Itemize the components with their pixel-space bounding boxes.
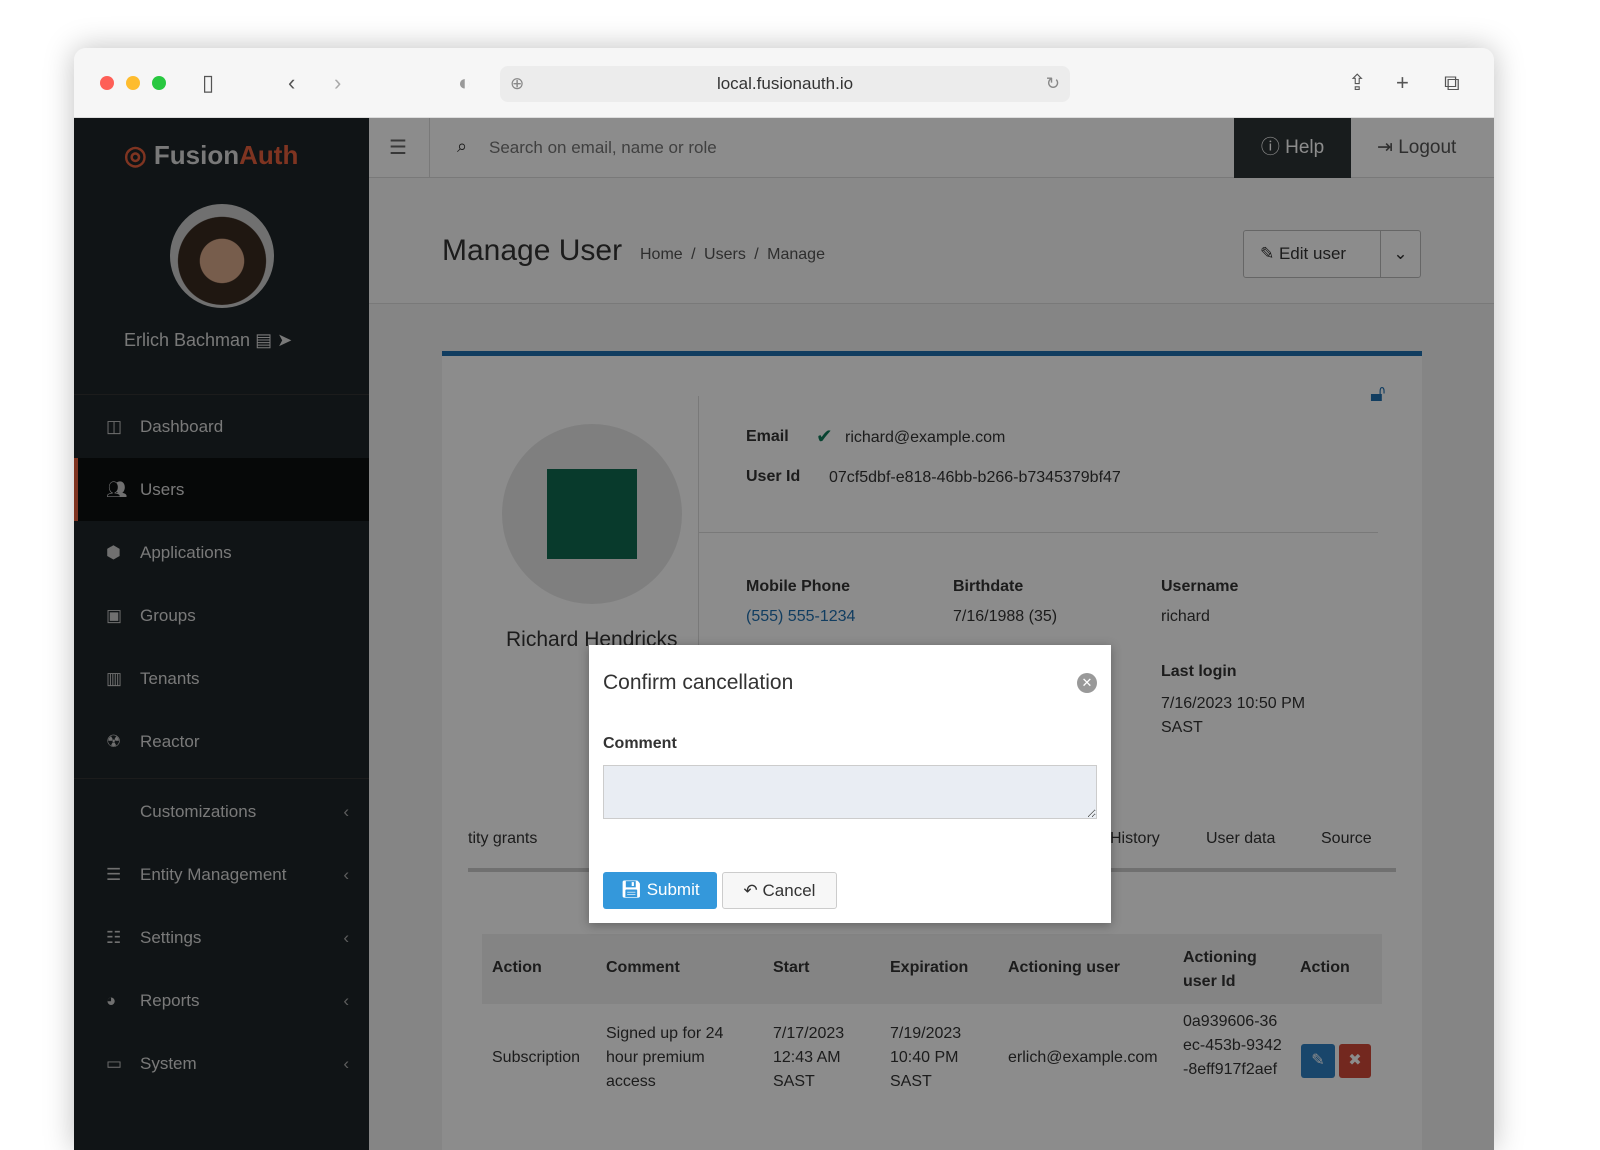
submit-button[interactable]: 💾︎ Submit — [603, 872, 717, 909]
modal-title: Confirm cancellation — [603, 671, 794, 694]
comment-textarea[interactable] — [603, 765, 1097, 819]
maximize-window-button[interactable] — [152, 76, 166, 90]
globe-icon: ⊕ — [510, 74, 525, 93]
sidebar-toggle-icon[interactable]: ▯ — [202, 70, 214, 96]
url-text: local.fusionauth.io — [716, 74, 854, 93]
minimize-window-button[interactable] — [126, 76, 140, 90]
browser-titlebar: ▯ ‹ › ◐ local.fusionauth.io ↻ ⊕ ⇪ + ⧉ — [74, 48, 1494, 118]
cancel-label: Cancel — [762, 881, 816, 900]
shield-icon[interactable]: ◐ — [458, 70, 471, 96]
tabs-overview-icon[interactable]: ⧉ — [1444, 70, 1460, 96]
share-icon[interactable]: ⇪ — [1348, 70, 1366, 96]
modal-backdrop[interactable] — [74, 118, 1494, 1150]
confirm-cancellation-dialog: Confirm cancellation ✕ Comment 💾︎ Submit… — [589, 645, 1111, 923]
cancel-button[interactable]: ↶ Cancel — [722, 872, 837, 909]
close-icon[interactable]: ✕ — [1077, 673, 1097, 693]
browser-window: ▯ ‹ › ◐ local.fusionauth.io ↻ ⊕ ⇪ + ⧉ ◎ Fu… — [74, 48, 1494, 1150]
address-bar[interactable]: local.fusionauth.io ↻ ⊕ — [500, 66, 1070, 102]
submit-label: Submit — [646, 880, 700, 899]
reload-icon[interactable]: ↻ — [1046, 66, 1060, 102]
close-window-button[interactable] — [100, 76, 114, 90]
back-icon[interactable]: ‹ — [288, 70, 295, 96]
forward-icon[interactable]: › — [334, 70, 341, 96]
new-tab-icon[interactable]: + — [1396, 70, 1409, 96]
comment-label: Comment — [603, 735, 677, 752]
